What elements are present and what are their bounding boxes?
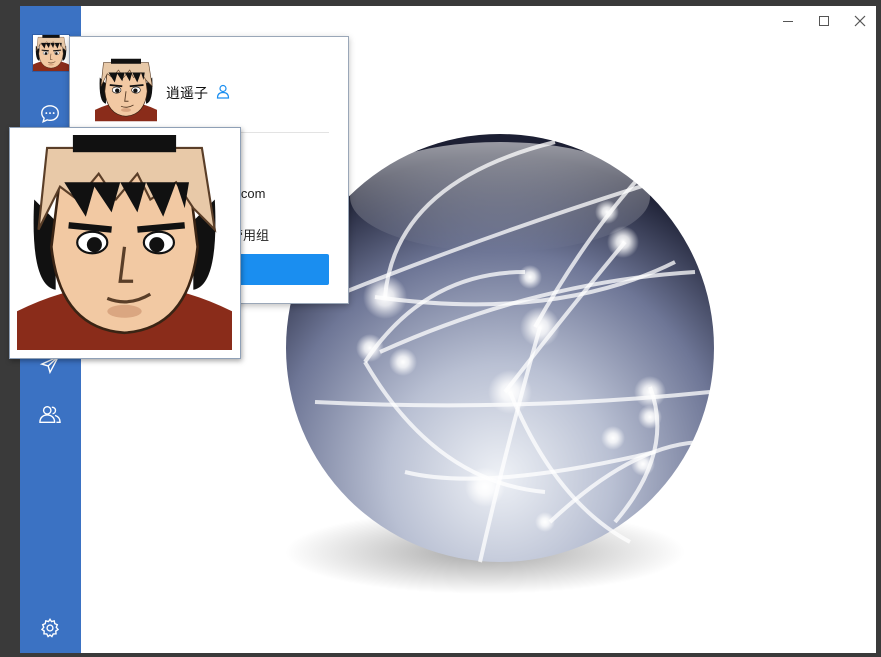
minimize-icon	[783, 21, 793, 22]
close-button[interactable]	[845, 10, 875, 32]
minimize-button[interactable]	[773, 10, 803, 32]
user-icon	[215, 83, 231, 99]
close-icon	[854, 15, 866, 27]
maximize-icon	[819, 16, 829, 26]
gear-icon[interactable]	[38, 616, 62, 640]
chat-bubble-icon[interactable]	[38, 102, 62, 126]
popup-avatar[interactable]	[95, 55, 157, 125]
sidebar-avatar[interactable]	[32, 34, 70, 72]
avatar-preview	[17, 135, 232, 350]
profile-name: 逍遥子	[166, 85, 208, 101]
contacts-icon[interactable]	[38, 402, 62, 426]
maximize-button[interactable]	[809, 10, 839, 32]
avatar-preview-card	[9, 127, 241, 359]
